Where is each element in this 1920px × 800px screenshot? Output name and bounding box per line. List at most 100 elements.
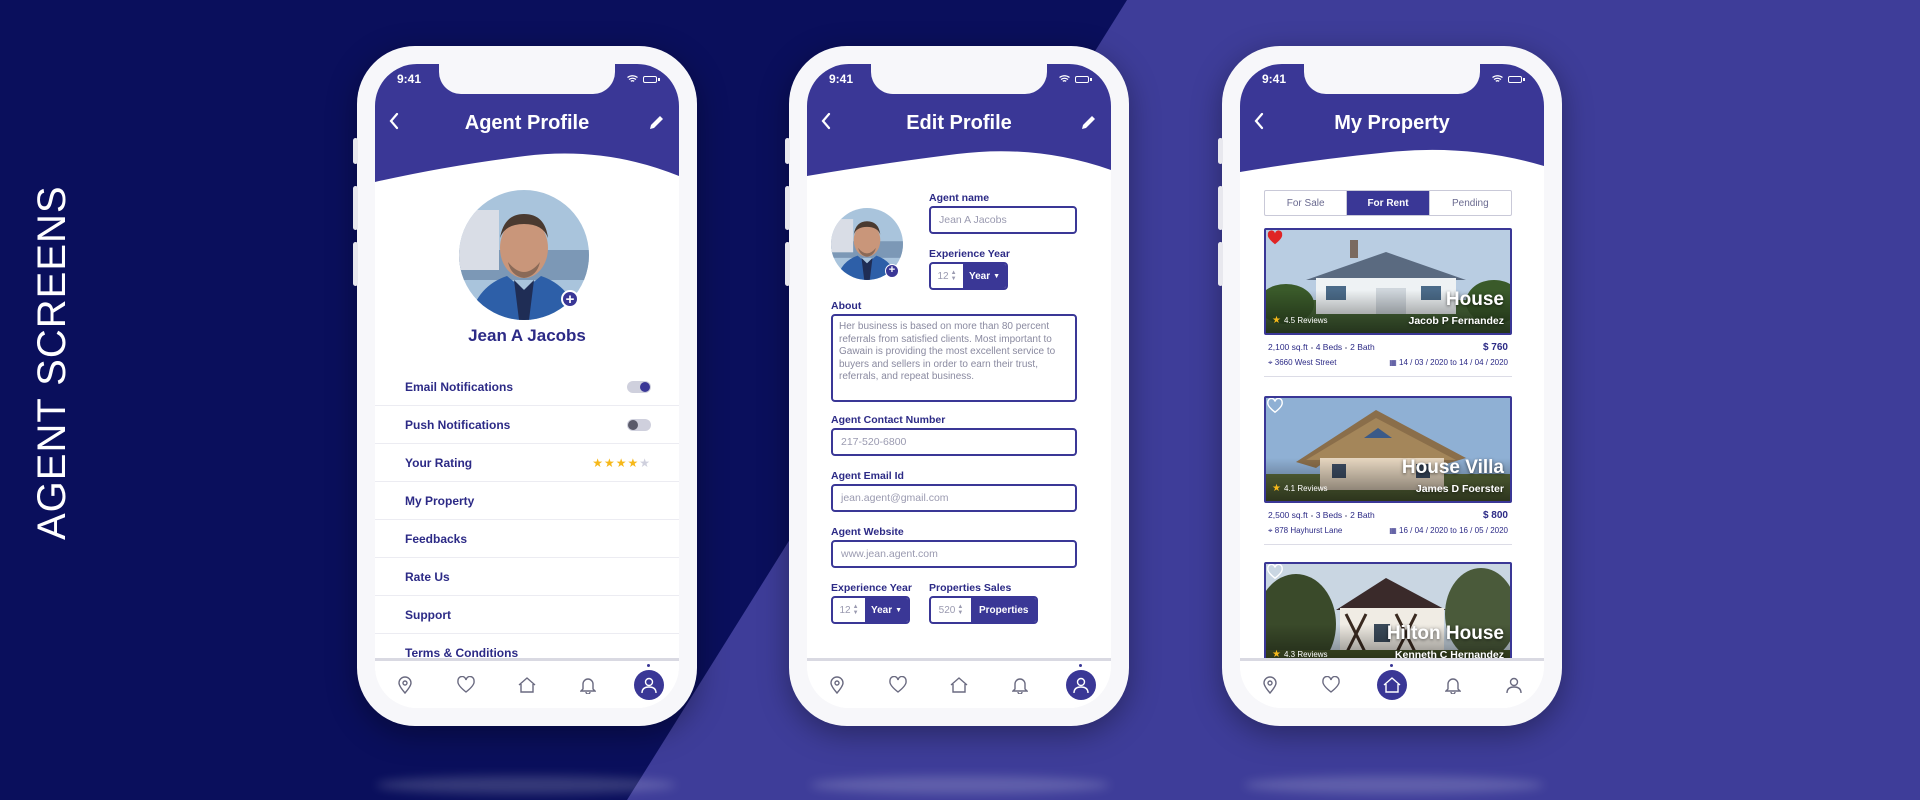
property-name: Hilton House <box>1386 623 1504 644</box>
agent-name-input[interactable]: Jean A Jacobs <box>929 206 1077 234</box>
calendar-icon: ▦ <box>1389 358 1397 367</box>
pin-icon: ⌖ <box>1268 526 1273 535</box>
email-input[interactable]: jean.agent@gmail.com <box>831 484 1077 512</box>
bottom-nav <box>807 658 1111 708</box>
favorite-heart-icon[interactable] <box>1266 398 1284 414</box>
nav-notifications[interactable] <box>1005 670 1035 700</box>
menu-item-label: Push Notifications <box>405 417 511 432</box>
section-title: AGENT SCREENS <box>30 185 74 540</box>
nav-notifications[interactable] <box>573 670 603 700</box>
push-notifications-toggle[interactable] <box>627 418 651 431</box>
stepper-arrows-icon[interactable]: ▲ ▼ <box>957 604 963 616</box>
battery-icon <box>643 75 660 83</box>
contact-number-label: Agent Contact Number <box>831 414 946 426</box>
screen: 9:41 Edit Profile + Agent name Jean A Ja… <box>807 64 1111 708</box>
status-bar: 9:41 <box>829 72 1092 86</box>
chevron-down-icon: ▼ <box>895 606 903 614</box>
star-icon: ★ <box>1272 483 1281 494</box>
about-label: About <box>831 300 862 312</box>
edit-button[interactable] <box>1080 114 1097 136</box>
tab-for-rent[interactable]: For Rent <box>1347 191 1430 215</box>
status-time: 9:41 <box>1262 72 1287 86</box>
phone-shadow <box>810 776 1110 794</box>
stepper-value: 12 <box>839 604 851 616</box>
property-name: House Villa <box>1401 457 1504 478</box>
email-notifications-toggle[interactable] <box>627 380 651 393</box>
properties-sales-stepper[interactable]: 520 ▲ ▼ Properties <box>929 596 1039 624</box>
nav-home[interactable] <box>512 670 542 700</box>
phone-edit-profile: 9:41 Edit Profile + Agent name Jean A Ja… <box>785 46 1129 726</box>
experience-year-stepper-2[interactable]: 12 ▲ ▼ Year ▼ <box>831 596 911 624</box>
stepper-arrows-icon[interactable]: ▲ ▼ <box>853 604 859 616</box>
nav-favorites[interactable] <box>1316 670 1346 700</box>
profile-name: Jean A Jacobs <box>468 326 586 345</box>
home-icon <box>518 676 536 693</box>
nav-profile[interactable] <box>1499 670 1529 700</box>
tab-pending[interactable]: Pending <box>1430 191 1511 215</box>
menu-item-your-rating[interactable]: Your Rating ★★★★★ <box>375 444 679 482</box>
calendar-icon: ▦ <box>1389 526 1397 535</box>
stepper-value: 12 <box>937 270 949 282</box>
wifi-icon <box>627 75 638 82</box>
phone-shadow <box>376 776 676 794</box>
nav-favorites[interactable] <box>883 670 913 700</box>
property-address-row: ⌖ 878 Hayhurst Lane ▦ 16 / 04 / 2020 to … <box>1264 521 1512 545</box>
rating-stars: ★★★★★ <box>592 456 651 470</box>
tab-for-sale[interactable]: For Sale <box>1265 191 1348 215</box>
menu-item-label: Your Rating <box>405 455 473 470</box>
unit-dropdown[interactable]: Year ▼ <box>865 598 909 622</box>
property-card[interactable]: Hilton House Kenneth C Hernandez ★ 4.3 Re… <box>1264 562 1512 669</box>
status-bar: 9:41 <box>397 72 660 86</box>
price: $ 760 <box>1482 342 1508 353</box>
nav-home[interactable] <box>1376 663 1407 700</box>
nav-home[interactable] <box>944 670 974 700</box>
experience-year-label-2: Experience Year <box>831 582 912 594</box>
menu-item-my-property[interactable]: My Property <box>375 482 679 520</box>
favorite-heart-icon[interactable] <box>1266 230 1284 246</box>
nav-location[interactable] <box>1255 670 1285 700</box>
add-photo-button[interactable]: + <box>561 290 579 308</box>
menu-item-label: Feedbacks <box>405 531 468 546</box>
agent-name: Jacob P Fernandez <box>1408 315 1504 327</box>
menu-item-rate-us[interactable]: Rate Us <box>375 558 679 596</box>
location-icon <box>830 675 845 694</box>
contact-number-input[interactable]: 217-520-6800 <box>831 428 1077 456</box>
page-title: My Property <box>1334 112 1450 134</box>
star-icon: ★ <box>1272 315 1281 326</box>
pencil-icon <box>650 116 663 129</box>
property-image: House Jacob P Fernandez ★ 4.5 Reviews <box>1264 228 1512 335</box>
property-card[interactable]: House Jacob P Fernandez ★ 4.5 Reviews 2,1… <box>1264 228 1512 377</box>
about-textarea[interactable]: Her business is based on more than 80 pe… <box>831 314 1077 402</box>
screen: 9:41 My Property For Sale For Rent Pendi… <box>1240 64 1544 708</box>
nav-location[interactable] <box>822 670 852 700</box>
screen: 9:41 Agent Profile + Jean A Jacobs Email… <box>375 64 679 708</box>
menu-item-support[interactable]: Support <box>375 596 679 634</box>
nav-location[interactable] <box>390 670 420 700</box>
price: $ 800 <box>1482 510 1508 521</box>
star-empty-icon: ★ <box>639 455 651 470</box>
nav-favorites[interactable] <box>451 670 481 700</box>
nav-profile[interactable] <box>1065 663 1096 700</box>
website-input[interactable]: www.jean.agent.com <box>831 540 1077 568</box>
menu-item-feedbacks[interactable]: Feedbacks <box>375 520 679 558</box>
phone-my-property: 9:41 My Property For Sale For Rent Pendi… <box>1218 46 1562 726</box>
settings-menu: Email Notifications Push Notifications Y… <box>375 368 679 672</box>
chevron-down-icon: ▼ <box>993 272 1001 280</box>
wifi-icon <box>1492 75 1503 82</box>
experience-year-stepper[interactable]: 12 ▲ ▼ Year ▼ <box>929 262 1009 290</box>
property-image: Hilton House Kenneth C Hernandez ★ 4.3 Re… <box>1264 562 1512 669</box>
add-photo-button[interactable]: + <box>885 264 899 278</box>
menu-item-email-notifications[interactable]: Email Notifications <box>375 368 679 406</box>
bottom-nav <box>375 658 679 708</box>
nav-notifications[interactable] <box>1438 670 1468 700</box>
menu-item-push-notifications[interactable]: Push Notifications <box>375 406 679 444</box>
favorite-heart-icon[interactable] <box>1266 564 1284 580</box>
status-time: 9:41 <box>829 72 854 86</box>
edit-button[interactable] <box>648 114 665 136</box>
stepper-arrows-icon[interactable]: ▲ ▼ <box>951 270 957 282</box>
unit-dropdown[interactable]: Year ▼ <box>963 264 1007 288</box>
property-card[interactable]: House Villa James D Foerster ★ 4.1 Review… <box>1264 396 1512 545</box>
bell-icon <box>579 677 596 694</box>
user-icon <box>1072 677 1089 693</box>
nav-profile[interactable] <box>633 663 664 700</box>
